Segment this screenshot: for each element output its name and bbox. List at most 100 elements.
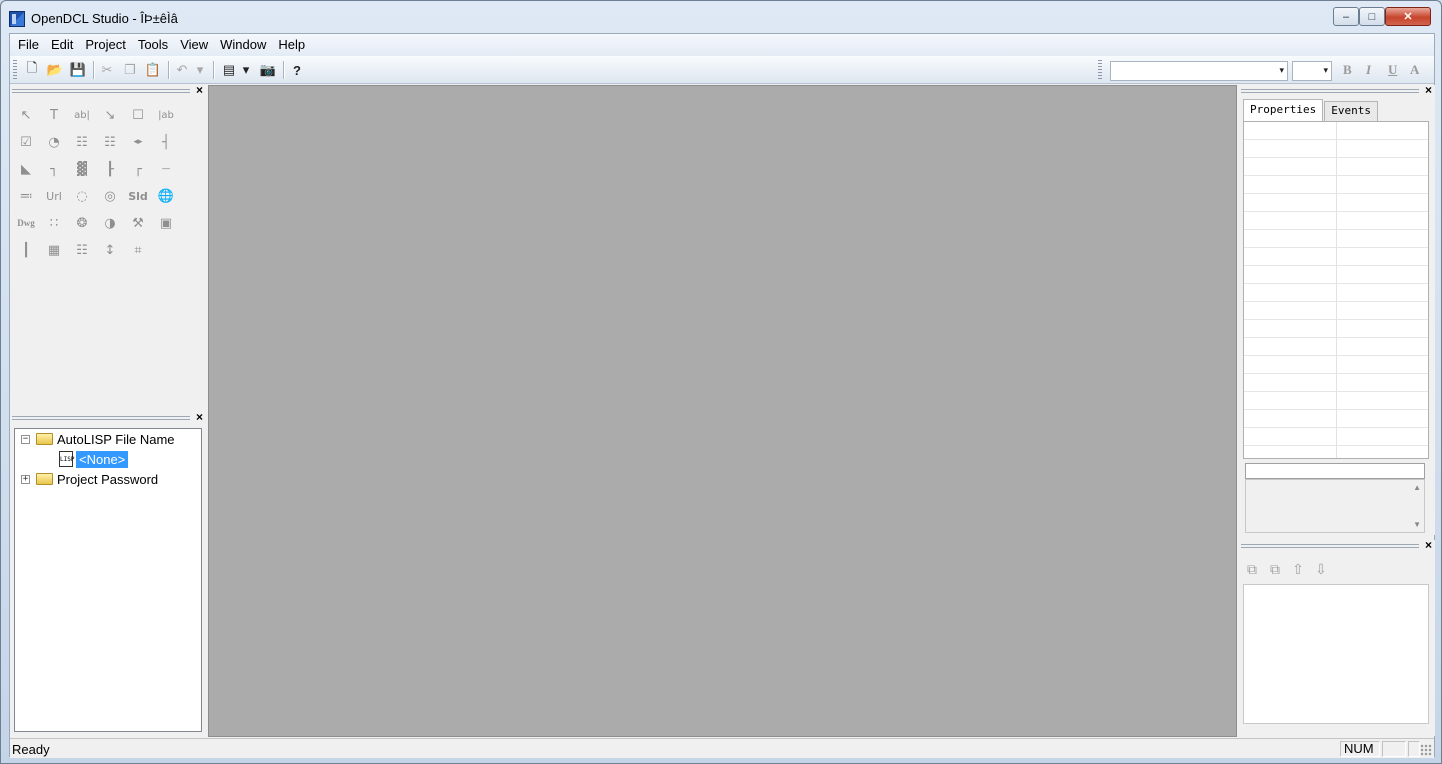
line-tool-icon[interactable]: ┐ bbox=[44, 159, 64, 179]
tree-tool-icon[interactable]: ┠ bbox=[100, 159, 120, 179]
tab-order-list[interactable] bbox=[1243, 584, 1429, 724]
menu-view[interactable]: View bbox=[174, 35, 214, 55]
scroll-down-icon[interactable]: ▼ bbox=[1413, 520, 1421, 529]
send-back-icon[interactable]: ⧉ bbox=[1266, 560, 1284, 578]
color-tool-icon[interactable]: ◑ bbox=[100, 213, 120, 233]
bring-front-icon[interactable]: ⧉ bbox=[1243, 560, 1261, 578]
close-button[interactable]: ✕ bbox=[1385, 7, 1431, 26]
undo-icon[interactable]: ↶ bbox=[173, 61, 191, 79]
menu-file[interactable]: File bbox=[12, 35, 45, 55]
block-list-tool-icon[interactable]: ∷ bbox=[44, 213, 64, 233]
client-area: File Edit Project Tools View Window Help… bbox=[9, 33, 1435, 758]
italic-button[interactable]: I bbox=[1366, 62, 1371, 78]
label-tool-icon[interactable]: T bbox=[44, 105, 64, 125]
table-tool-icon[interactable]: ☷ bbox=[72, 240, 92, 260]
panel-grip[interactable] bbox=[12, 89, 190, 93]
calendar-tool-icon[interactable]: ▦ bbox=[44, 240, 64, 260]
vertical-spacer-tool-icon[interactable]: ↕ bbox=[100, 240, 120, 260]
menu-edit[interactable]: Edit bbox=[45, 35, 79, 55]
underline-button[interactable]: U bbox=[1388, 62, 1397, 78]
close-icon[interactable]: × bbox=[196, 83, 203, 97]
panel-grip[interactable] bbox=[12, 416, 190, 420]
tab-control-tool-icon[interactable]: ▣ bbox=[156, 213, 176, 233]
toolbar-grip[interactable] bbox=[13, 60, 17, 80]
frame-tool-icon[interactable]: ☐ bbox=[128, 105, 148, 125]
menu-tools[interactable]: Tools bbox=[132, 35, 174, 55]
text-color-button[interactable]: A bbox=[1410, 62, 1419, 78]
project-tree[interactable]: − AutoLISP File Name LISP <None> + Proje… bbox=[14, 428, 202, 732]
rectangle-tool-icon[interactable]: ┌ bbox=[128, 159, 148, 179]
move-down-icon[interactable]: ⇩ bbox=[1312, 560, 1330, 578]
bold-button[interactable]: B bbox=[1343, 62, 1352, 78]
radio-tool-icon[interactable]: ◔ bbox=[44, 132, 64, 152]
tree-item-autolisp[interactable]: − AutoLISP File Name bbox=[21, 429, 175, 449]
help-icon[interactable]: ? bbox=[288, 61, 306, 79]
move-up-icon[interactable]: ⇧ bbox=[1289, 560, 1307, 578]
tab-properties[interactable]: Properties bbox=[1243, 99, 1324, 121]
resize-grip[interactable] bbox=[1420, 744, 1432, 756]
animation-tool-icon[interactable]: ◌ bbox=[72, 186, 92, 206]
new-file-icon[interactable]: 🗋 bbox=[23, 60, 41, 79]
tab-events[interactable]: Events bbox=[1324, 101, 1378, 121]
save-icon[interactable]: 💾 bbox=[69, 61, 87, 79]
form-dropdown-icon[interactable]: ▾ bbox=[240, 61, 252, 79]
listbox-tool-icon[interactable]: ☷ bbox=[72, 132, 92, 152]
ruler-tool-icon[interactable]: ┈ bbox=[156, 159, 176, 179]
tab-order-panel-header[interactable]: × bbox=[1239, 538, 1435, 552]
dwg-preview-tool-icon[interactable]: Dwg bbox=[16, 213, 36, 233]
options-tool-icon[interactable]: ❂ bbox=[72, 213, 92, 233]
collapse-icon[interactable]: − bbox=[21, 434, 30, 444]
font-combo[interactable]: ▾ bbox=[1110, 61, 1288, 81]
spin-tool-icon[interactable]: ◂▸ bbox=[128, 132, 148, 152]
web-browser-tool-icon[interactable]: 🌐 bbox=[156, 186, 176, 206]
textbox-tool-icon[interactable]: ab| bbox=[72, 105, 92, 125]
scroll-tool-icon[interactable]: ≕ bbox=[16, 186, 36, 206]
toolbox-panel-header[interactable]: × bbox=[10, 83, 206, 97]
menu-help[interactable]: Help bbox=[272, 35, 311, 55]
close-icon[interactable]: × bbox=[196, 410, 203, 424]
mdi-workspace[interactable] bbox=[208, 85, 1237, 737]
panel-grip[interactable] bbox=[1241, 89, 1419, 93]
slide-tool-icon[interactable]: Sld bbox=[128, 186, 148, 206]
minimize-button[interactable]: – bbox=[1333, 7, 1359, 26]
chevron-down-icon[interactable]: ▾ bbox=[1279, 65, 1284, 76]
property-value-input[interactable] bbox=[1245, 463, 1425, 479]
maximize-button[interactable]: □ bbox=[1359, 7, 1385, 26]
tree-item-password[interactable]: + Project Password bbox=[21, 469, 158, 489]
title-bar[interactable]: OpenDCL Studio - ÎÞ±êÌâ – □ ✕ bbox=[1, 1, 1441, 33]
open-folder-icon[interactable]: 📂 bbox=[46, 61, 64, 79]
scroll-up-icon[interactable]: ▲ bbox=[1413, 483, 1421, 492]
angle-tool-icon[interactable]: ◎ bbox=[100, 186, 120, 206]
font-size-combo[interactable]: ▾ bbox=[1292, 61, 1332, 81]
menu-window[interactable]: Window bbox=[214, 35, 272, 55]
hammer-tool-icon[interactable]: ⚒ bbox=[128, 213, 148, 233]
menu-project[interactable]: Project bbox=[79, 35, 131, 55]
grid-tool-icon[interactable]: ▓ bbox=[72, 159, 92, 179]
close-icon[interactable]: × bbox=[1425, 83, 1432, 97]
splitter-tool-icon[interactable]: ┃ bbox=[16, 240, 36, 260]
property-grid[interactable] bbox=[1243, 121, 1429, 459]
tree-item-none[interactable]: LISP <None> bbox=[59, 449, 129, 469]
expand-icon[interactable]: + bbox=[21, 474, 30, 484]
slider-tool-icon[interactable]: ┤ bbox=[156, 132, 176, 152]
url-tool-icon[interactable]: Url bbox=[44, 186, 64, 206]
camera-icon[interactable]: 📷 bbox=[259, 61, 277, 79]
cut-icon[interactable]: ✂ bbox=[98, 61, 116, 79]
format-toolbar-grip[interactable] bbox=[1098, 60, 1102, 80]
form-icon[interactable]: ▤ bbox=[220, 61, 238, 79]
undo-dropdown-icon[interactable]: ▾ bbox=[194, 61, 206, 79]
checkbox-tool-icon[interactable]: ☑ bbox=[16, 132, 36, 152]
properties-panel-header[interactable]: × bbox=[1239, 83, 1435, 97]
paste-icon[interactable]: 📋 bbox=[144, 61, 162, 79]
pointer-tool-icon[interactable]: ↖ bbox=[16, 105, 36, 125]
listview-tool-icon[interactable]: ☷ bbox=[100, 132, 120, 152]
panel-grip[interactable] bbox=[1241, 544, 1419, 548]
copy-icon[interactable]: ❐ bbox=[121, 61, 139, 79]
combobox-tool-icon[interactable]: |ab bbox=[156, 105, 176, 125]
project-panel-header[interactable]: × bbox=[10, 410, 206, 424]
html-tool-icon[interactable]: ⌗ bbox=[128, 240, 148, 260]
close-icon[interactable]: × bbox=[1425, 538, 1432, 552]
button-tool-icon[interactable]: ↘ bbox=[100, 105, 120, 125]
picture-tool-icon[interactable]: ◣ bbox=[16, 159, 36, 179]
chevron-down-icon[interactable]: ▾ bbox=[1323, 65, 1328, 76]
